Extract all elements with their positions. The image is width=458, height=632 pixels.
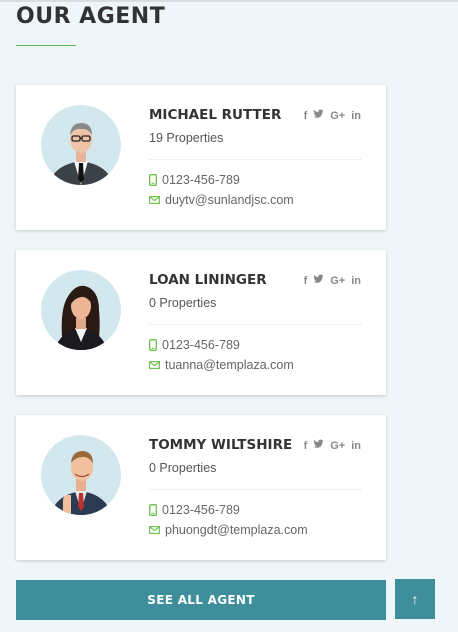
linkedin-icon[interactable]: in	[351, 110, 361, 122]
agent-avatar[interactable]	[41, 435, 121, 515]
agent-card: TOMMY WILTSHIRE f G+ in 0 Properties 012…	[16, 415, 386, 560]
phone-number: 0123-456-789	[162, 503, 240, 517]
divider	[149, 489, 361, 490]
phone-icon	[149, 174, 157, 186]
agent-email: phuongdt@templaza.com	[149, 523, 308, 537]
agent-card: LOAN LININGER f G+ in 0 Properties 0123-…	[16, 250, 386, 395]
agent-email: tuanna@templaza.com	[149, 358, 294, 372]
agent-name[interactable]: MICHAEL RUTTER	[149, 107, 281, 123]
back-to-top-button[interactable]: ↑	[395, 579, 435, 619]
twitter-icon[interactable]	[313, 439, 324, 452]
social-links: f G+ in	[304, 109, 361, 122]
agent-name[interactable]: LOAN LININGER	[149, 272, 267, 288]
agent-phone: 0123-456-789	[149, 503, 240, 517]
agent-phone: 0123-456-789	[149, 338, 240, 352]
top-border	[0, 0, 458, 2]
agent-name[interactable]: TOMMY WILTSHIRE	[149, 437, 292, 453]
facebook-icon[interactable]: f	[304, 275, 308, 287]
phone-icon	[149, 339, 157, 351]
title-underline	[16, 45, 76, 46]
email-address[interactable]: tuanna@templaza.com	[165, 358, 294, 372]
google-plus-icon[interactable]: G+	[330, 440, 345, 452]
google-plus-icon[interactable]: G+	[330, 275, 345, 287]
facebook-icon[interactable]: f	[304, 110, 308, 122]
arrow-up-icon: ↑	[411, 591, 419, 607]
envelope-icon	[149, 361, 160, 369]
envelope-icon	[149, 196, 160, 204]
facebook-icon[interactable]: f	[304, 440, 308, 452]
agent-card: MICHAEL RUTTER f G+ in 19 Properties 012…	[16, 85, 386, 230]
divider	[149, 159, 361, 160]
envelope-icon	[149, 526, 160, 534]
twitter-icon[interactable]	[313, 109, 324, 122]
agent-email: duytv@sunlandjsc.com	[149, 193, 294, 207]
email-address[interactable]: phuongdt@templaza.com	[165, 523, 308, 537]
social-links: f G+ in	[304, 274, 361, 287]
email-address[interactable]: duytv@sunlandjsc.com	[165, 193, 294, 207]
agent-properties: 0 Properties	[149, 461, 217, 475]
phone-icon	[149, 504, 157, 516]
agent-phone: 0123-456-789	[149, 173, 240, 187]
agent-avatar[interactable]	[41, 270, 121, 350]
twitter-icon[interactable]	[313, 274, 324, 287]
google-plus-icon[interactable]: G+	[330, 110, 345, 122]
agent-properties: 19 Properties	[149, 131, 224, 145]
see-all-agent-button[interactable]: SEE ALL AGENT	[16, 580, 386, 620]
linkedin-icon[interactable]: in	[351, 275, 361, 287]
agent-avatar[interactable]	[41, 105, 121, 185]
phone-number: 0123-456-789	[162, 338, 240, 352]
linkedin-icon[interactable]: in	[351, 440, 361, 452]
social-links: f G+ in	[304, 439, 361, 452]
section-title: OUR AGENT	[16, 4, 166, 29]
agent-properties: 0 Properties	[149, 296, 217, 310]
divider	[149, 324, 361, 325]
phone-number: 0123-456-789	[162, 173, 240, 187]
